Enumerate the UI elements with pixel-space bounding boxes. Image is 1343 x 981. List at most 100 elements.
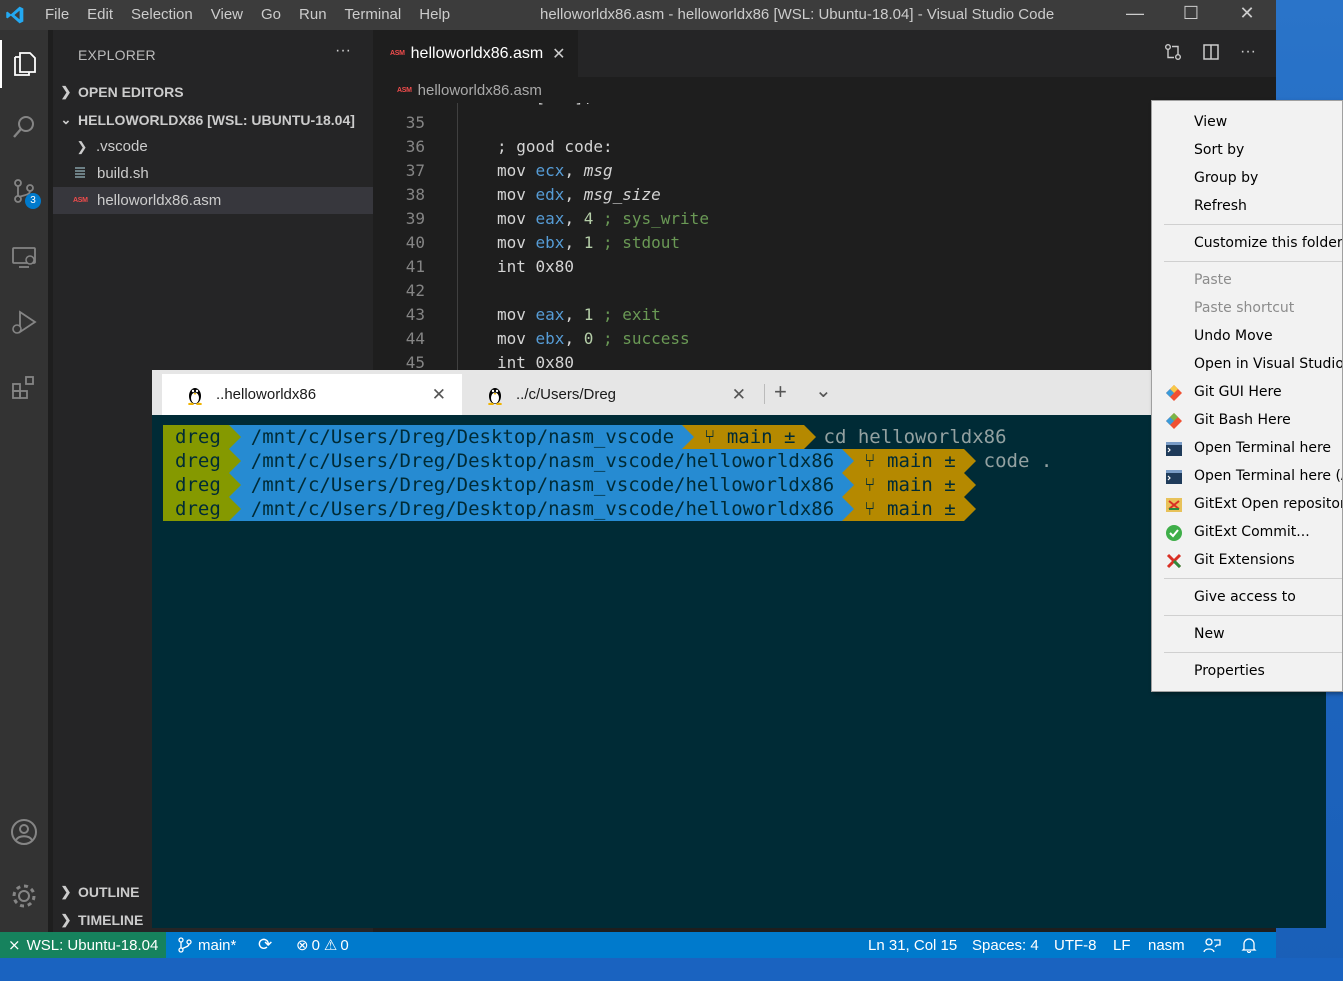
asm-file-icon: ASM [390,50,405,57]
open-editors-section[interactable]: ❯ OPEN EDITORS [53,78,373,105]
remote-indicator[interactable]: ⨯ WSL: Ubuntu-18.04 [0,932,166,958]
terminal-admin-icon [1166,470,1182,484]
menu-item-new[interactable]: New [1152,620,1342,648]
language-mode[interactable]: nasm [1148,932,1185,958]
git-branch-glyph-icon: ⑂ [704,426,727,448]
source-control-icon[interactable]: 3 [0,167,48,215]
menu-separator [1164,652,1342,653]
menu-go[interactable]: Go [252,0,290,30]
code-view[interactable]: 34mov [ecx], eax 35 36; good code: 37mov… [373,103,1276,373]
extensions-icon[interactable] [0,364,48,412]
prompt-user: dreg [163,425,241,449]
close-icon[interactable]: ✕ [732,385,746,405]
menu-view[interactable]: View [202,0,252,30]
breadcrumb-file[interactable]: helloworldx86.asm [418,82,542,99]
settings-gear-icon[interactable] [0,872,48,920]
close-window-button[interactable]: ✕ [1219,0,1275,30]
terminal-tab-users-dreg[interactable]: ../c/Users/Dreg ✕ [462,374,762,415]
warning-icon: ⚠ [323,937,338,954]
gitext-open-icon [1166,498,1182,512]
branch-indicator[interactable]: main* [178,932,236,958]
run-debug-icon[interactable] [0,298,48,346]
menu-item-view[interactable]: View [1152,108,1342,136]
menu-separator [1164,261,1342,262]
tab-dropdown-button[interactable]: ⌄ [815,378,832,403]
windows-terminal: ..helloworldx86 ✕ ../c/Users/Dreg ✕ + ⌄ … [152,370,1326,928]
close-icon[interactable]: ✕ [552,44,565,64]
menu-item-open-terminal-here-admin[interactable]: Open Terminal here (A [1152,462,1342,490]
end-of-line[interactable]: LF [1113,932,1131,958]
menu-item-git-bash-here[interactable]: Git Bash Here [1152,406,1342,434]
search-icon[interactable] [0,103,48,151]
gitext-commit-icon [1166,525,1182,541]
tree-item-vscode[interactable]: ❯ .vscode [53,133,373,160]
editor-actions: ··· [1164,43,1256,66]
menu-item-give-access-to[interactable]: Give access to [1152,583,1342,611]
timeline-label: TIMELINE [78,911,144,928]
menu-item-refresh[interactable]: Refresh [1152,192,1342,220]
remote-explorer-icon[interactable] [0,233,48,281]
account-icon[interactable] [0,808,48,856]
prompt-path: /mnt/c/Users/Dreg/Desktop/nasm_vscode/he… [228,449,855,473]
explorer-icon[interactable] [0,40,48,88]
menu-item-customize-folder[interactable]: Customize this folder... [1152,229,1342,257]
menu-help[interactable]: Help [410,0,459,30]
menu-run[interactable]: Run [290,0,336,30]
window-title: helloworldx86.asm - helloworldx86 [WSL: … [540,6,1055,23]
menu-item-git-extensions[interactable]: Git Extensions [1152,546,1342,574]
explorer-more-button[interactable]: ··· [335,42,351,60]
git-gui-icon [1166,385,1182,401]
menu-separator [1164,578,1342,579]
menu-item-git-gui-here[interactable]: Git GUI Here [1152,378,1342,406]
code-line: 39 mov eax, 4 ; sys_write [405,209,709,228]
menu-item-undo-move[interactable]: Undo Move [1152,322,1342,350]
menu-edit[interactable]: Edit [78,0,122,30]
menu-item-paste-shortcut[interactable]: Paste shortcut [1152,294,1342,322]
terminal-tab-label: ../c/Users/Dreg [516,386,617,403]
editor-tabs: ASM helloworldx86.asm ✕ ··· [373,30,1276,77]
errors-count: 0 [311,936,320,954]
tree-item-label: .vscode [96,138,148,155]
menu-item-sort-by[interactable]: Sort by [1152,136,1342,164]
error-icon: ⊗ [296,937,309,954]
menu-item-open-terminal-here[interactable]: Open Terminal here [1152,434,1342,462]
menu-terminal[interactable]: Terminal [336,0,411,30]
tree-item-build-sh[interactable]: build.sh [53,160,373,187]
problems-indicator[interactable]: ⊗ 0 ⚠ 0 [296,932,349,958]
prompt-git: ⑂ main ± [682,425,816,449]
more-actions-icon[interactable]: ··· [1240,43,1256,66]
prompt-user: dreg [163,497,241,521]
menu-item-gitext-commit[interactable]: GitExt Commit... [1152,518,1342,546]
tab-separator [764,384,765,404]
menu-item-properties[interactable]: Properties [1152,657,1342,685]
menu-item-paste[interactable]: Paste [1152,266,1342,294]
warnings-count: 0 [340,936,349,954]
menu-file[interactable]: File [36,0,78,30]
tab-helloworldx86-asm[interactable]: ASM helloworldx86.asm ✕ [373,30,578,77]
close-icon[interactable]: ✕ [432,385,446,405]
terminal-command: cd helloworldx86 [823,426,1007,448]
open-changes-icon[interactable] [1164,43,1182,66]
tree-item-helloworldx86-asm[interactable]: ASM helloworldx86.asm [53,187,373,214]
minimize-button[interactable]: — [1107,0,1163,30]
notifications-bell-icon[interactable] [1241,932,1257,958]
feedback-icon[interactable] [1203,932,1221,958]
branch-label: main* [198,936,237,954]
code-line: 41 int 0x80 [405,257,575,276]
git-branch-glyph-icon: ⑂ [864,474,887,496]
menu-selection[interactable]: Selection [122,0,202,30]
sync-icon[interactable]: ⟳ [258,932,272,958]
indentation[interactable]: Spaces: 4 [972,932,1039,958]
menu-item-open-in-visual-studio[interactable]: Open in Visual Studio [1152,350,1342,378]
menu-separator [1164,224,1342,225]
folder-section[interactable]: ⌄ HELLOWORLDX86 [WSL: UBUNTU-18.04] [53,106,373,133]
cursor-position[interactable]: Ln 31, Col 15 [868,932,957,958]
encoding[interactable]: UTF-8 [1054,932,1097,958]
prompt-git: ⑂ main ± [842,497,976,521]
split-editor-icon[interactable] [1202,43,1220,66]
menu-item-gitext-open-repository[interactable]: GitExt Open repository [1152,490,1342,518]
maximize-button[interactable]: ☐ [1163,0,1219,30]
terminal-tab-helloworldx86[interactable]: ..helloworldx86 ✕ [162,374,462,415]
menu-item-group-by[interactable]: Group by [1152,164,1342,192]
new-tab-button[interactable]: + [774,379,787,405]
